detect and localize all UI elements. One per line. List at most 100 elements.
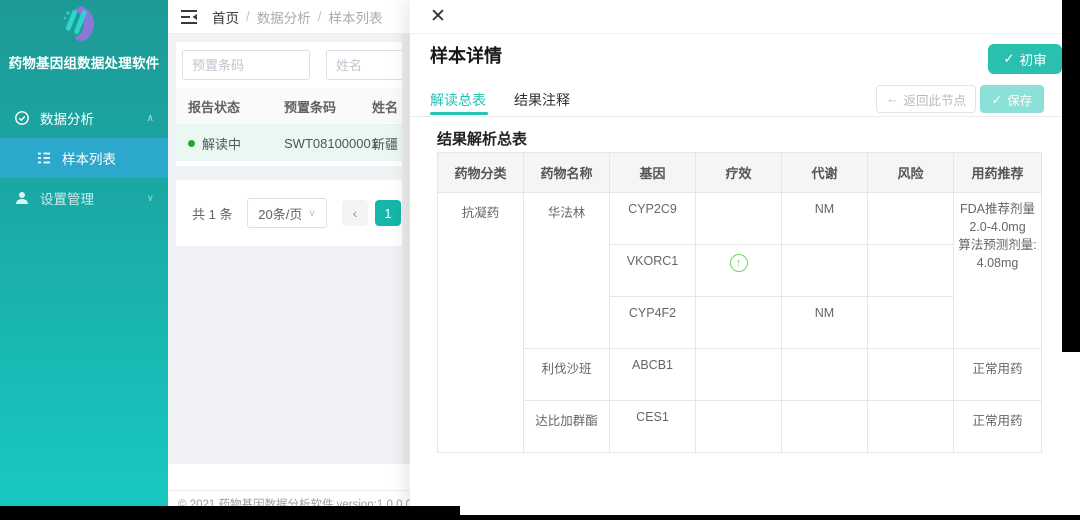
- gene-cell: VKORC1: [610, 245, 696, 297]
- tab-result-notes[interactable]: 结果注释: [514, 90, 570, 110]
- name-filter-input[interactable]: [326, 50, 410, 80]
- efficacy-cell: [696, 193, 782, 245]
- metabolism-cell: [782, 401, 868, 453]
- metabolism-cell: NM: [782, 297, 868, 349]
- screenshot-black-edge: [1062, 0, 1080, 352]
- risk-cell: [868, 245, 954, 297]
- sidebar-menu: 数据分析 ∧ 样本列表 设置管理 ∨: [0, 98, 168, 218]
- risk-cell: [868, 297, 954, 349]
- risk-cell: [868, 349, 954, 401]
- col-barcode: 预置条码: [284, 97, 372, 116]
- col-risk: 风险: [868, 153, 954, 193]
- table-row: 达比加群酯 CES1 正常用药: [438, 401, 1042, 453]
- status-cell: 解读中: [176, 134, 284, 153]
- metabolism-cell: [782, 245, 868, 297]
- status-dot: [188, 140, 195, 147]
- chevron-down-icon: ∨: [147, 193, 154, 204]
- sidebar-item-sample-list[interactable]: 样本列表: [0, 138, 168, 178]
- drug-name-cell: 利伐沙班: [524, 349, 610, 401]
- screenshot-black-edge: [0, 506, 460, 520]
- sample-table: 报告状态 预置条码 姓名 解读中 SWT081000001 新疆: [176, 88, 410, 161]
- recommendation-cell: 正常用药: [954, 401, 1042, 453]
- breadcrumb-separator: /: [318, 9, 322, 24]
- risk-cell: [868, 401, 954, 453]
- breadcrumb-level1[interactable]: 数据分析: [257, 7, 311, 27]
- drawer-title: 样本详情: [430, 42, 502, 68]
- logo-icon: [56, 3, 112, 45]
- page-size-value: 20条/页: [258, 204, 302, 223]
- risk-cell: [868, 193, 954, 245]
- metabolism-cell: NM: [782, 193, 868, 245]
- efficacy-cell: [696, 401, 782, 453]
- scrollbar[interactable]: [402, 34, 410, 506]
- efficacy-cell: ↑: [696, 245, 782, 297]
- metabolism-cell: [782, 349, 868, 401]
- sample-detail-drawer: ✕ 样本详情 ✓ 初审 解读总表 结果注释 ← 返回此节点 ✓ 保存 结果解析总…: [410, 0, 1080, 520]
- app-title: 药物基因组数据处理软件: [0, 52, 168, 72]
- gene-cell: CYP4F2: [610, 297, 696, 349]
- recommendation-cell: FDA推荐剂量 2.0-4.0mg 算法预测剂量: 4.08mg: [954, 193, 1042, 349]
- tab-bar-divider: [410, 116, 1080, 117]
- barcode-filter-input[interactable]: [182, 50, 310, 80]
- pagination-total: 共 1 条: [192, 204, 232, 223]
- menu-fold-icon[interactable]: [180, 9, 198, 25]
- sample-list-panel: 首页 / 数据分析 / 样本列表 报告状态 预置条码 姓名 解读中: [168, 0, 410, 520]
- page-1-button[interactable]: 1: [375, 200, 401, 226]
- col-metabolism: 代谢: [782, 153, 868, 193]
- status-text: 解读中: [202, 134, 241, 153]
- sidebar: 药物基因组数据处理软件 数据分析 ∧ 样本列表: [0, 0, 168, 506]
- prev-page-button[interactable]: ‹: [342, 200, 368, 226]
- chevron-down-icon: ∨: [308, 208, 315, 219]
- gene-cell: ABCB1: [610, 349, 696, 401]
- drug-category-cell: 抗凝药: [438, 193, 524, 453]
- initial-review-button[interactable]: ✓ 初审: [988, 44, 1062, 74]
- app-root: 药物基因组数据处理软件 数据分析 ∧ 样本列表: [0, 0, 1080, 520]
- back-arrow-icon: ←: [886, 92, 899, 106]
- sidebar-item-settings[interactable]: 设置管理 ∨: [0, 178, 168, 218]
- chevron-up-icon: ∧: [147, 113, 154, 124]
- section-title: 结果解析总表: [437, 128, 527, 149]
- page-size-select[interactable]: 20条/页 ∨: [247, 198, 327, 228]
- drawer-header-divider: [410, 33, 1080, 34]
- check-icon: ✓: [992, 92, 1002, 107]
- footer-divider: [168, 490, 410, 491]
- up-arrow-glyph: ↑: [736, 258, 742, 269]
- active-tab-underline: [430, 112, 488, 115]
- app-logo: [0, 0, 168, 44]
- drug-name-cell: 达比加群酯: [524, 401, 610, 453]
- result-summary-table: 药物分类 药物名称 基因 疗效 代谢 风险 用药推荐 抗凝药 华法林 CYP2C…: [437, 152, 1042, 453]
- barcode-cell: SWT081000001: [284, 136, 372, 151]
- return-node-button[interactable]: ← 返回此节点: [876, 85, 976, 113]
- breadcrumb-separator: /: [246, 9, 250, 24]
- user-icon: [14, 190, 30, 206]
- list-icon: [36, 150, 52, 166]
- close-icon[interactable]: ✕: [430, 6, 446, 29]
- result-table-header-row: 药物分类 药物名称 基因 疗效 代谢 风险 用药推荐: [438, 153, 1042, 193]
- col-efficacy: 疗效: [696, 153, 782, 193]
- save-button[interactable]: ✓ 保存: [980, 85, 1044, 113]
- table-row: 抗凝药 华法林 CYP2C9 NM FDA推荐剂量 2.0-4.0mg 算法预测…: [438, 193, 1042, 245]
- check-icon: ✓: [1003, 51, 1014, 67]
- col-drug-category: 药物分类: [438, 153, 524, 193]
- data-analysis-icon: [14, 110, 30, 126]
- sample-table-header: 报告状态 预置条码 姓名: [176, 88, 410, 125]
- table-row[interactable]: 解读中 SWT081000001 新疆: [176, 125, 410, 161]
- recommendation-cell: 正常用药: [954, 349, 1042, 401]
- pagination-card: 共 1 条 20条/页 ∨ ‹ 1: [176, 180, 410, 246]
- col-report-status: 报告状态: [176, 97, 284, 116]
- efficacy-cell: [696, 349, 782, 401]
- efficacy-up-icon: ↑: [730, 254, 748, 272]
- screenshot-black-edge: [455, 515, 1080, 520]
- breadcrumb-home[interactable]: 首页: [212, 7, 239, 27]
- col-recommendation: 用药推荐: [954, 153, 1042, 193]
- tab-interpretation-summary[interactable]: 解读总表: [430, 90, 486, 110]
- initial-review-label: 初审: [1020, 49, 1047, 69]
- sidebar-item-label: 样本列表: [62, 148, 116, 168]
- col-drug-name: 药物名称: [524, 153, 610, 193]
- sidebar-item-data-analysis[interactable]: 数据分析 ∧: [0, 98, 168, 138]
- gene-cell: CYP2C9: [610, 193, 696, 245]
- breadcrumb: 首页 / 数据分析 / 样本列表: [212, 7, 383, 27]
- sidebar-item-label: 设置管理: [40, 188, 94, 208]
- breadcrumb-level2[interactable]: 样本列表: [329, 7, 383, 27]
- col-gene: 基因: [610, 153, 696, 193]
